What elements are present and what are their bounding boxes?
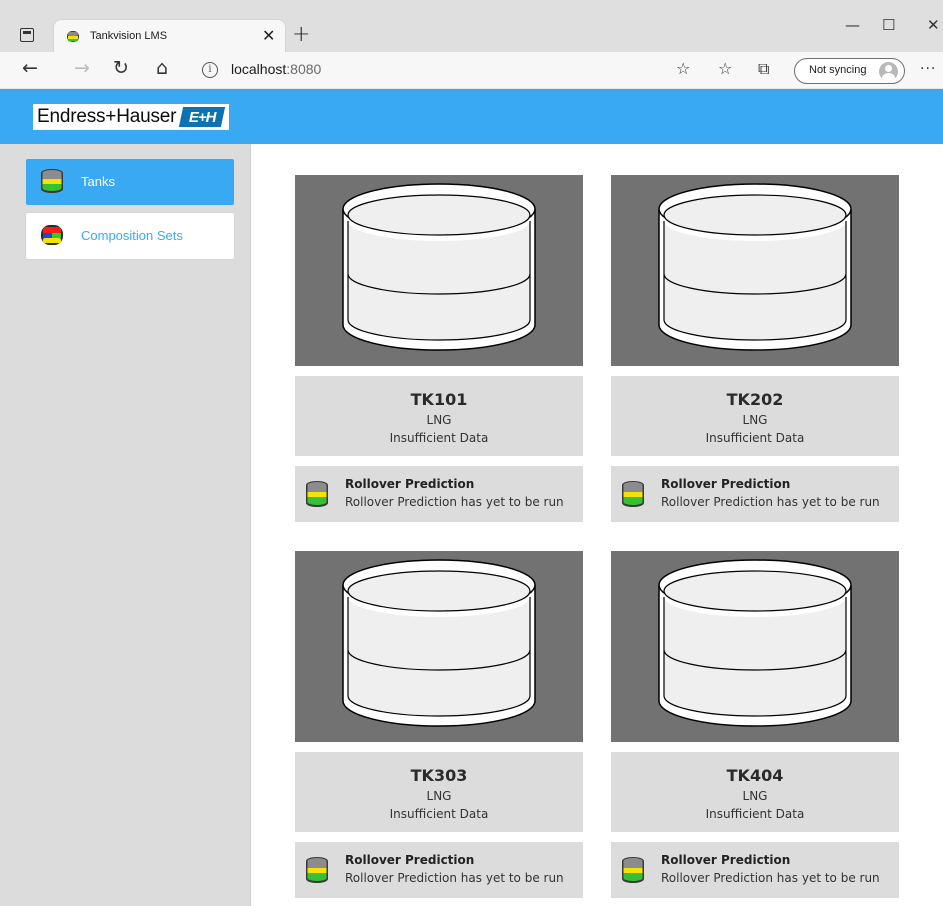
tank-status: Insufficient Data <box>705 807 805 821</box>
tank-illustration-icon <box>342 183 536 351</box>
sync-label: Not syncing <box>809 64 867 76</box>
url-host: localhost <box>231 61 287 77</box>
rollover-title: Rollover Prediction <box>345 853 475 867</box>
tank-illustration-icon <box>658 559 852 727</box>
tank-name: TK101 <box>410 390 468 409</box>
tank-image <box>611 551 899 742</box>
tank-image <box>611 175 899 366</box>
rollover-status: Rollover Prediction has yet to be run <box>661 871 880 885</box>
tank-name: TK303 <box>410 766 468 785</box>
tank-illustration-icon <box>342 559 536 727</box>
browser-tab-bar: Tankvision LMS ✕ + — ☐ ✕ <box>0 0 943 53</box>
collections-icon[interactable]: ⧉ <box>758 59 769 79</box>
tank-product: LNG <box>426 413 452 427</box>
brand-mark: E+H <box>179 107 226 127</box>
window-menu-icon[interactable] <box>20 28 34 42</box>
tank-product: LNG <box>742 413 768 427</box>
rollover-prediction-panel[interactable]: Rollover Prediction Rollover Prediction … <box>295 842 583 898</box>
rollover-tank-icon <box>622 857 644 883</box>
home-icon[interactable]: ⌂ <box>156 57 168 79</box>
favorites-icon[interactable]: ☆ <box>718 59 732 78</box>
add-favorite-icon[interactable]: ☆ <box>676 59 690 78</box>
rollover-title: Rollover Prediction <box>661 477 791 491</box>
more-options-icon[interactable]: ··· <box>920 61 936 77</box>
rollover-tank-icon <box>306 481 328 507</box>
tank-image <box>295 551 583 742</box>
tank-name: TK202 <box>726 390 784 409</box>
close-window-icon[interactable]: ✕ <box>927 16 940 34</box>
tank-status: Insufficient Data <box>389 807 489 821</box>
rollover-prediction-panel[interactable]: Rollover Prediction Rollover Prediction … <box>611 842 899 898</box>
new-tab-icon[interactable]: + <box>292 22 310 47</box>
tank-icon <box>41 169 63 193</box>
brand-logo: Endress+Hauser E+H <box>33 104 230 130</box>
tank-status: Insufficient Data <box>705 431 805 445</box>
tank-illustration-icon <box>658 183 852 351</box>
tank-name: TK404 <box>726 766 784 785</box>
tank-product: LNG <box>742 789 768 803</box>
app-header: Endress+Hauser E+H <box>0 89 943 144</box>
address-bar[interactable]: localhost:8080 <box>231 61 321 77</box>
tank-status: Insufficient Data <box>389 431 489 445</box>
rollover-prediction-panel[interactable]: Rollover Prediction Rollover Prediction … <box>611 466 899 522</box>
sidebar: Tanks Composition Sets <box>0 144 251 906</box>
profile-sync-button[interactable]: Not syncing <box>794 58 905 84</box>
tank-image <box>295 175 583 366</box>
tank-info: TK303 LNG Insufficient Data <box>295 752 583 832</box>
brand-name: Endress+Hauser <box>37 106 177 127</box>
minimize-icon[interactable]: — <box>845 16 860 34</box>
rollover-prediction-panel[interactable]: Rollover Prediction Rollover Prediction … <box>295 466 583 522</box>
main-content: TK101 LNG Insufficient Data Rollover Pre… <box>252 144 943 906</box>
rollover-status: Rollover Prediction has yet to be run <box>345 871 564 885</box>
tank-info: TK404 LNG Insufficient Data <box>611 752 899 832</box>
avatar <box>879 62 898 81</box>
tank-info: TK101 LNG Insufficient Data <box>295 376 583 456</box>
rollover-tank-icon <box>306 857 328 883</box>
url-port: :8080 <box>286 61 322 77</box>
sidebar-item-label: Composition Sets <box>81 228 183 243</box>
rollover-status: Rollover Prediction has yet to be run <box>345 495 564 509</box>
rollover-title: Rollover Prediction <box>661 853 791 867</box>
maximize-icon[interactable]: ☐ <box>882 16 895 34</box>
rollover-status: Rollover Prediction has yet to be run <box>661 495 880 509</box>
back-icon[interactable]: ← <box>22 57 38 79</box>
sidebar-item-tanks[interactable]: Tanks <box>26 159 234 205</box>
rollover-title: Rollover Prediction <box>345 477 475 491</box>
tank-favicon-icon <box>67 31 79 42</box>
browser-tab[interactable]: Tankvision LMS ✕ <box>54 20 285 53</box>
close-tab-icon[interactable]: ✕ <box>262 26 275 45</box>
refresh-icon[interactable]: ↻ <box>113 57 129 79</box>
tank-info: TK202 LNG Insufficient Data <box>611 376 899 456</box>
tank-product: LNG <box>426 789 452 803</box>
sidebar-item-label: Tanks <box>81 174 115 189</box>
forward-icon[interactable]: → <box>74 57 90 79</box>
browser-toolbar: ← → ↻ ⌂ i localhost:8080 ☆ ☆ ⧉ Not synci… <box>0 52 943 89</box>
rollover-tank-icon <box>622 481 644 507</box>
tab-title: Tankvision LMS <box>90 30 168 42</box>
composition-sets-icon <box>41 225 63 245</box>
site-info-icon[interactable]: i <box>202 62 218 78</box>
sidebar-item-composition-sets[interactable]: Composition Sets <box>26 213 234 259</box>
